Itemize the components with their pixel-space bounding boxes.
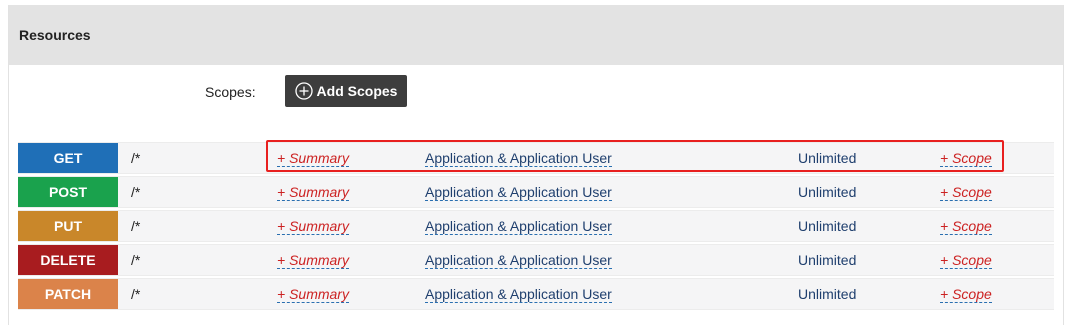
auth-type-link[interactable]: Application & Application User — [425, 150, 612, 167]
auth-type-link[interactable]: Application & Application User — [425, 286, 612, 303]
resource-row-patch[interactable]: PATCH /* + Summary Application & Applica… — [18, 278, 1054, 310]
plus-circle-icon — [294, 82, 313, 100]
throttling-tier: Unlimited — [798, 286, 857, 302]
resource-row-post[interactable]: POST /* + Summary Application & Applicat… — [18, 176, 1054, 208]
resource-path: /* — [131, 286, 141, 302]
resources-table: GET /* + Summary Application & Applicati… — [18, 142, 1054, 312]
auth-type-link[interactable]: Application & Application User — [425, 252, 612, 269]
add-summary-link[interactable]: + Summary — [277, 286, 349, 303]
resource-row-delete[interactable]: DELETE /* + Summary Application & Applic… — [18, 244, 1054, 276]
verb-badge-patch[interactable]: PATCH — [18, 279, 118, 309]
add-summary-link[interactable]: + Summary — [277, 252, 349, 269]
throttling-tier: Unlimited — [798, 218, 857, 234]
auth-type-link[interactable]: Application & Application User — [425, 218, 612, 235]
add-scope-link[interactable]: + Scope — [940, 150, 992, 167]
throttling-tier: Unlimited — [798, 150, 857, 166]
resource-path: /* — [131, 218, 141, 234]
throttling-tier: Unlimited — [798, 252, 857, 268]
scopes-label: Scopes: — [205, 84, 256, 100]
add-scope-link[interactable]: + Scope — [940, 252, 992, 269]
verb-badge-delete[interactable]: DELETE — [18, 245, 118, 275]
auth-type-link[interactable]: Application & Application User — [425, 184, 612, 201]
add-summary-link[interactable]: + Summary — [277, 150, 349, 167]
verb-badge-put[interactable]: PUT — [18, 211, 118, 241]
resources-panel: Resources Scopes: Add Scopes GET /* + Su… — [8, 5, 1064, 325]
scopes-row: Scopes: Add Scopes — [9, 75, 1063, 107]
add-scope-link[interactable]: + Scope — [940, 184, 992, 201]
resource-path: /* — [131, 252, 141, 268]
panel-title: Resources — [19, 27, 91, 43]
verb-badge-get[interactable]: GET — [18, 143, 118, 173]
add-scope-link[interactable]: + Scope — [940, 286, 992, 303]
resource-path: /* — [131, 184, 141, 200]
resource-row-put[interactable]: PUT /* + Summary Application & Applicati… — [18, 210, 1054, 242]
resource-path: /* — [131, 150, 141, 166]
verb-badge-post[interactable]: POST — [18, 177, 118, 207]
add-scopes-button[interactable]: Add Scopes — [285, 75, 407, 107]
add-summary-link[interactable]: + Summary — [277, 218, 349, 235]
add-scopes-label: Add Scopes — [316, 83, 398, 99]
panel-header: Resources — [9, 5, 1063, 65]
throttling-tier: Unlimited — [798, 184, 857, 200]
resource-row-get[interactable]: GET /* + Summary Application & Applicati… — [18, 142, 1054, 174]
add-scope-link[interactable]: + Scope — [940, 218, 992, 235]
add-summary-link[interactable]: + Summary — [277, 184, 349, 201]
